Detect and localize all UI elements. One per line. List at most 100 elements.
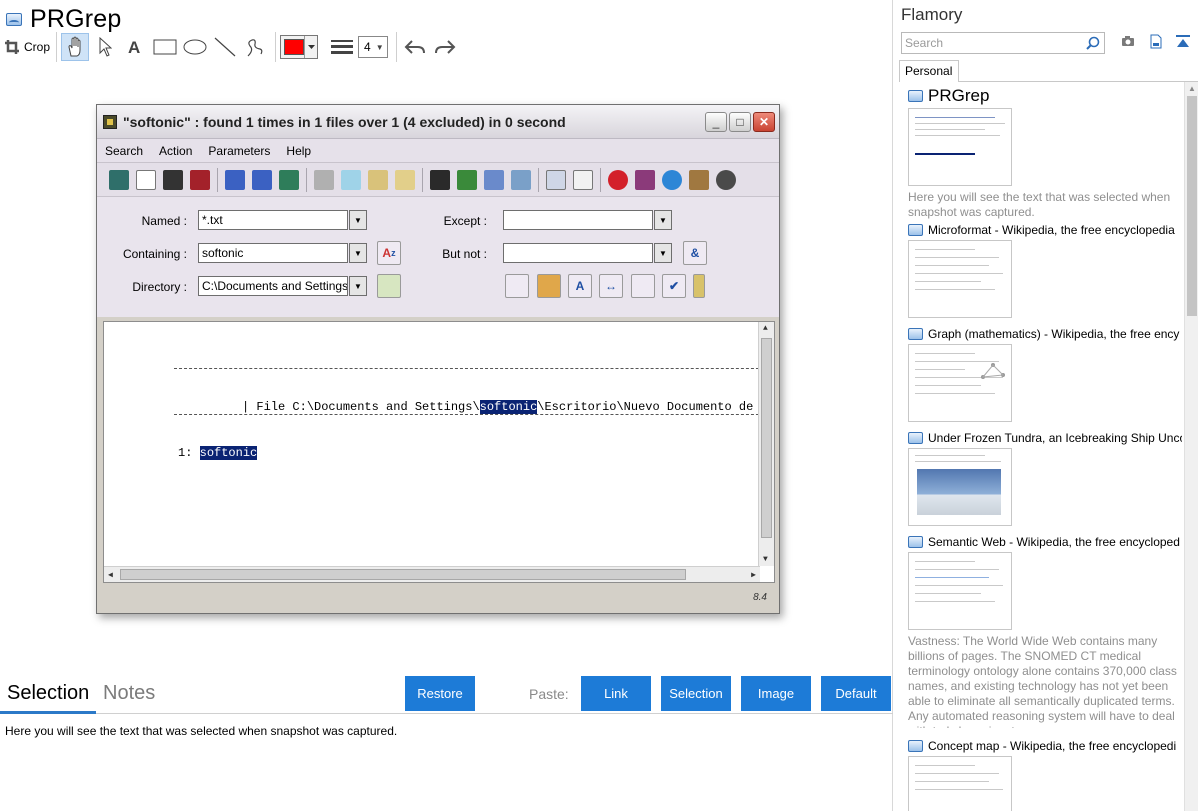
scroll-left-icon: ◀ [108, 571, 113, 580]
collapse-icon[interactable] [1176, 34, 1190, 49]
containing-field: softonic [198, 243, 348, 263]
freehand-tool-button[interactable] [241, 33, 269, 61]
result-separator [174, 368, 774, 369]
result-file-line: | File C:\Documents and Settings\softoni… [170, 386, 775, 428]
list-item[interactable]: Concept map - Wikipedia, the free encycl… [908, 738, 1182, 811]
captured-toolbar [97, 163, 779, 197]
captured-menu-item: Parameters [208, 143, 271, 158]
scroll-thumb [120, 569, 686, 580]
line-width-icon [331, 40, 354, 54]
snapshot-thumbnail [908, 756, 1012, 811]
book-icon [635, 169, 655, 190]
line-width-select[interactable]: 4 ▼ [358, 36, 389, 58]
snapshot-thumbnail [908, 240, 1012, 318]
but-not-field [503, 243, 653, 263]
snapshot-title: PRGrep [30, 4, 122, 33]
upload-icon [252, 169, 272, 190]
annotation-toolbar: Crop A 4 ▼ [4, 32, 461, 62]
redo-icon [435, 40, 456, 54]
freehand-icon [247, 39, 263, 57]
captured-results-pane: | File C:\Documents and Settings\softoni… [103, 321, 775, 583]
snapshot-app-icon [6, 12, 22, 26]
select-tool-button[interactable] [91, 33, 119, 61]
list-item[interactable]: Semantic Web - Wikipedia, the free encyc… [908, 534, 1182, 728]
text-tool-button[interactable]: A [121, 33, 149, 61]
except-label: Except : [443, 214, 487, 228]
list-item[interactable]: PRGrep Here you will see the text that w… [908, 86, 1182, 220]
result-line-number: 1: [178, 446, 200, 460]
scroll-up-icon: ▲ [763, 324, 768, 333]
search-placeholder: Search [905, 36, 944, 50]
list-item[interactable]: Under Frozen Tundra, an Icebreaking Ship… [908, 430, 1182, 526]
captured-menu-item: Help [286, 143, 312, 158]
directory-label: Directory : [132, 280, 187, 294]
list-item-header: Graph (mathematics) - Wikipedia, the fre… [908, 326, 1182, 342]
chevron-down-icon: ▼ [349, 243, 367, 263]
page-icon [908, 90, 923, 102]
redo-button[interactable] [431, 33, 459, 61]
scroll-thumb[interactable] [1187, 96, 1197, 316]
line-icon [214, 37, 236, 57]
line-width-button[interactable] [328, 33, 356, 61]
snapshot-thumbnail [908, 108, 1012, 186]
option-icon [693, 274, 705, 298]
undo-button[interactable] [401, 33, 429, 61]
ellipse-icon [183, 39, 207, 55]
excel-icon [457, 169, 477, 190]
result-file-match: softonic [479, 400, 538, 414]
save-icon [430, 169, 450, 190]
search-input[interactable]: Search [901, 32, 1105, 54]
delete-icon [190, 169, 210, 190]
page-icon [908, 536, 923, 548]
list-item-header: Concept map - Wikipedia, the free encycl… [908, 738, 1182, 754]
line-width-value: 4 [364, 40, 371, 54]
rectangle-icon [153, 39, 177, 55]
result-file-suffix: \Escritorio\Nuevo Documento de text [537, 400, 775, 414]
chevron-down-icon [304, 36, 317, 58]
search-icon[interactable] [1086, 36, 1100, 50]
line-tool-button[interactable] [211, 33, 239, 61]
paste-default-button[interactable]: Default [821, 676, 891, 711]
scroll-right-icon: ▶ [751, 571, 756, 580]
hand-tool-button[interactable] [61, 33, 90, 61]
chevron-down-icon: ▼ [349, 210, 367, 230]
print-icon [511, 169, 531, 190]
scroll-up-icon[interactable]: ▲ [1188, 84, 1196, 93]
list-item[interactable]: Microformat - Wikipedia, the free encycl… [908, 222, 1182, 318]
columns-icon [546, 169, 566, 190]
rectangle-tool-button[interactable] [151, 33, 179, 61]
option-icon: ↔ [599, 274, 623, 298]
sidebar-scrollbar[interactable]: ▲ [1184, 82, 1198, 811]
tab-selection[interactable]: Selection [7, 682, 89, 705]
restore-button[interactable]: Restore [405, 676, 475, 711]
selection-text[interactable]: Here you will see the text that was sele… [5, 724, 397, 738]
list-item[interactable]: Graph (mathematics) - Wikipedia, the fre… [908, 326, 1182, 422]
snapshot-thumbnail [908, 448, 1012, 526]
grid-icon [314, 169, 334, 190]
close-icon: ✕ [753, 111, 775, 132]
page-icon [908, 328, 923, 340]
camera-icon[interactable] [1121, 34, 1135, 48]
tab-personal[interactable]: Personal [899, 60, 959, 82]
document-icon[interactable] [1150, 34, 1162, 49]
stroke-color-picker[interactable] [280, 35, 319, 59]
mail-icon [484, 169, 504, 190]
snapshot-pane: PRGrep Crop A 4 ▼ "softonic": found 1 t… [0, 0, 893, 811]
paste-link-button[interactable]: Link [581, 676, 651, 711]
captured-window-title: "softonic" : found 1 times in 1 files ov… [123, 113, 566, 130]
panel-icon [341, 169, 361, 190]
paste-selection-button[interactable]: Selection [661, 676, 731, 711]
snapshot-title-row: PRGrep [6, 4, 122, 34]
graph-figure-icon [981, 363, 1005, 379]
ellipse-tool-button[interactable] [181, 33, 209, 61]
paste-image-button[interactable]: Image [741, 676, 811, 711]
result-separator [174, 414, 774, 415]
crop-button[interactable]: Crop [4, 33, 50, 61]
captured-search-form: Named : *.txt ▼ Except : ▼ Containing : … [97, 197, 779, 317]
crop-label: Crop [24, 40, 51, 54]
captured-window-image: "softonic" : found 1 times in 1 files ov… [96, 104, 780, 614]
tab-notes[interactable]: Notes [103, 682, 155, 705]
tool-icon [109, 169, 129, 190]
but-not-label: But not : [442, 247, 487, 261]
toolbar-divider [306, 167, 307, 192]
